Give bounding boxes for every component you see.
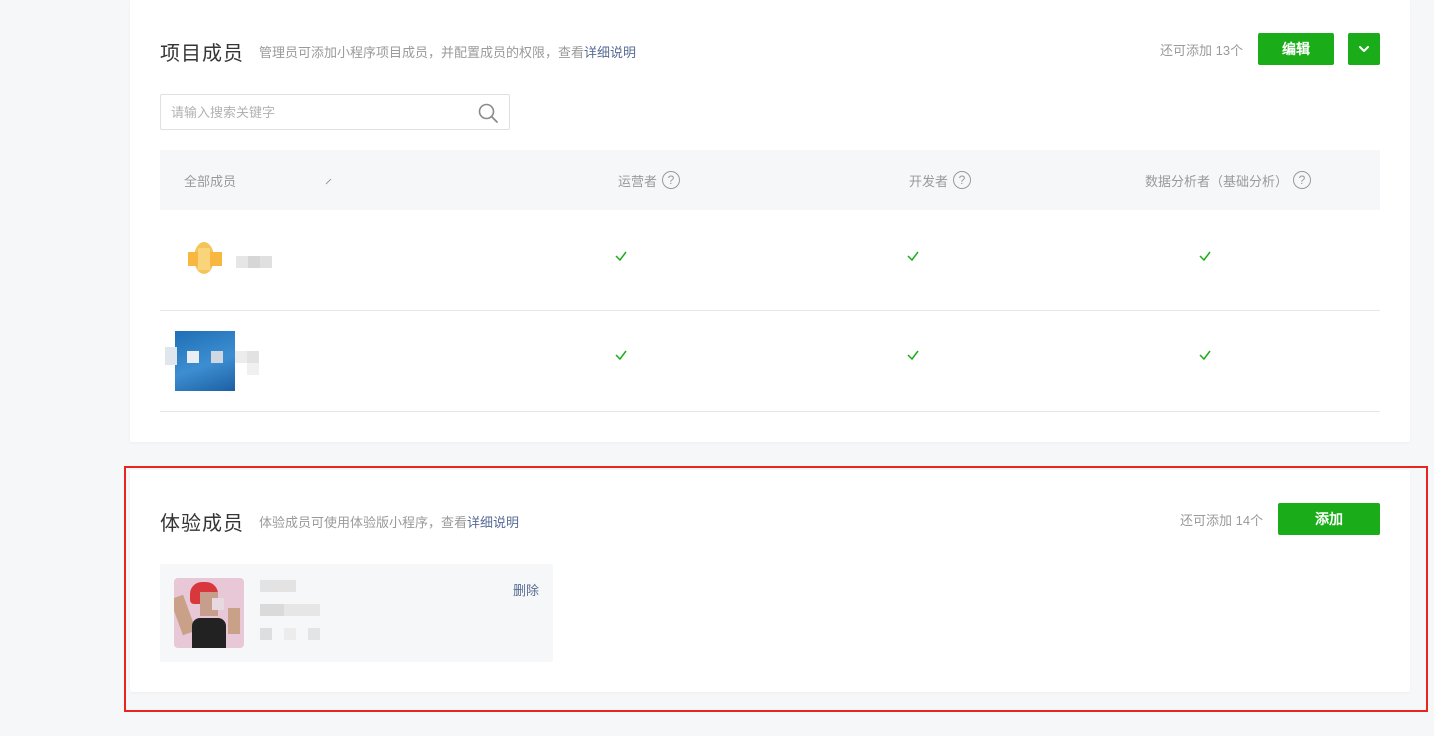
column-developer: 开发者 ? bbox=[909, 150, 972, 210]
more-dropdown-button[interactable] bbox=[1348, 33, 1380, 65]
project-members-remaining: 还可添加 13个 bbox=[1160, 43, 1244, 58]
highlight-box bbox=[124, 466, 1428, 712]
analyst-check-icon bbox=[1198, 348, 1212, 362]
column-operator: 运营者 ? bbox=[618, 150, 681, 210]
project-members-card: 项目成员 管理员可添加小程序项目成员，并配置成员的权限，查看详细说明 还可添加 … bbox=[130, 0, 1410, 442]
column-operator-label: 运营者 bbox=[618, 173, 658, 189]
project-members-description: 管理员可添加小程序项目成员，并配置成员的权限，查看详细说明 bbox=[259, 42, 636, 61]
column-developer-label: 开发者 bbox=[909, 173, 949, 189]
avatar bbox=[165, 331, 235, 391]
chevron-down-icon bbox=[1359, 46, 1369, 52]
sort-icon[interactable] bbox=[324, 176, 334, 186]
developer-check-icon bbox=[906, 348, 920, 362]
developer-check-icon bbox=[906, 249, 920, 263]
search-icon[interactable] bbox=[477, 102, 499, 124]
column-all-members[interactable]: 全部成员 bbox=[184, 150, 334, 210]
edit-button[interactable]: 编辑 bbox=[1258, 33, 1334, 65]
project-members-title: 项目成员 bbox=[160, 43, 244, 65]
operator-help-icon[interactable]: ? bbox=[662, 171, 681, 189]
members-table-header: 全部成员 运营者 ? 开发者 ? 数据分析者（基础分析） ? bbox=[160, 150, 1380, 210]
project-members-desc-text: 管理员可添加小程序项目成员，并配置成员的权限，查看 bbox=[259, 45, 585, 60]
developer-help-icon[interactable]: ? bbox=[953, 171, 972, 189]
column-all-members-label: 全部成员 bbox=[184, 173, 237, 189]
operator-check-icon bbox=[614, 249, 628, 263]
column-analyst: 数据分析者（基础分析） ? bbox=[1145, 150, 1312, 210]
analyst-check-icon bbox=[1198, 249, 1212, 263]
table-row bbox=[160, 311, 1380, 412]
column-analyst-label: 数据分析者（基础分析） bbox=[1145, 173, 1289, 189]
table-row bbox=[160, 210, 1380, 311]
analyst-help-icon[interactable]: ? bbox=[1293, 171, 1312, 189]
project-members-detail-link[interactable]: 详细说明 bbox=[584, 45, 636, 60]
avatar bbox=[186, 242, 226, 278]
member-search-box bbox=[160, 94, 510, 130]
operator-check-icon bbox=[614, 348, 628, 362]
member-search-input[interactable] bbox=[161, 95, 461, 129]
